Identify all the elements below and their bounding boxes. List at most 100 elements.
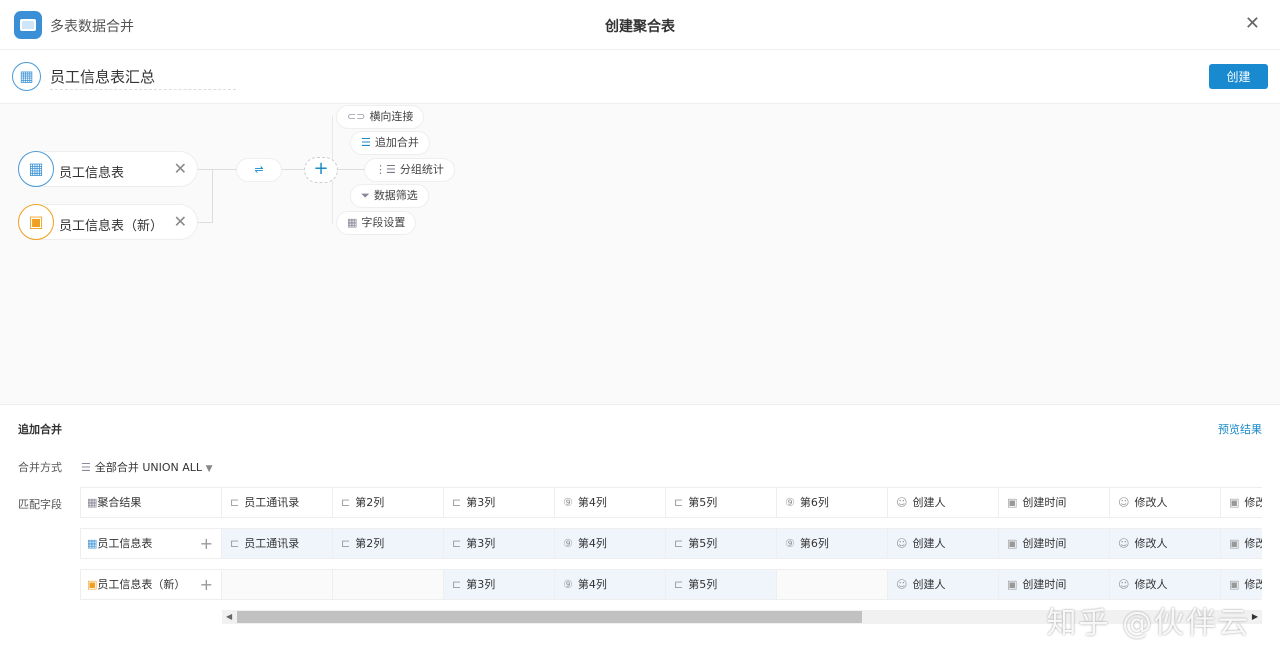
source-label: 员工信息表 (59, 166, 125, 181)
field-cell[interactable]: ▣ 创建时间 (999, 569, 1110, 600)
field-cell[interactable] (222, 569, 333, 600)
create-button[interactable]: 创建 (1209, 64, 1268, 89)
field-cell[interactable]: ⑨ 第6列 (777, 528, 888, 559)
scrollbar-thumb[interactable] (237, 611, 862, 623)
field-name: 第3列 (466, 537, 496, 550)
remove-icon[interactable]: ✕ (174, 212, 187, 231)
field-name: 创建时间 (1022, 537, 1067, 550)
field-name: 第3列 (466, 578, 496, 591)
field-cell[interactable]: ⑨ 第6列 (777, 487, 888, 518)
match-fields-label: 匹配字段 (18, 498, 62, 511)
field-cell[interactable]: ⊏ 第2列 (333, 528, 444, 559)
field-cell[interactable]: ▣ 修改时间 (1221, 528, 1262, 559)
field-cell[interactable]: ▣ 修改时间 (1221, 569, 1262, 600)
merge-node[interactable]: ⇌ (236, 158, 282, 182)
action-join[interactable]: ⊂⊃ 横向连接 (336, 105, 425, 129)
field-name: 第2列 (355, 537, 385, 550)
action-fields[interactable]: ▦ 字段设置 (336, 211, 417, 235)
union-icon: ☰ (81, 461, 91, 474)
add-node-button[interactable]: + (304, 157, 338, 183)
add-field-icon[interactable]: + (200, 529, 213, 558)
scroll-right-icon[interactable]: ▶ (1252, 610, 1258, 624)
field-type-icon: ☺ (1118, 496, 1130, 509)
field-cell[interactable]: ⊏ 第5列 (666, 487, 777, 518)
field-type-icon: ▣ (1229, 537, 1240, 550)
action-label: 追加合并 (374, 136, 419, 149)
filter-icon: ⏷ (361, 189, 370, 202)
field-cell[interactable]: ⊏ 员工通讯录 (222, 528, 333, 559)
field-type-icon: ⊏ (674, 496, 684, 509)
field-type-icon: ⊏ (452, 537, 462, 550)
field-type-icon: ⑨ (785, 537, 795, 550)
action-label: 横向连接 (369, 110, 414, 123)
field-cell[interactable]: ⊏ 第5列 (666, 569, 777, 600)
row-source-label: 员工信息表 (97, 537, 153, 550)
row-source-label: 聚合结果 (97, 496, 142, 509)
source-table-1[interactable]: ▦ 员工信息表 ✕ (18, 151, 198, 187)
field-cell[interactable]: ⑨ 第4列 (555, 528, 666, 559)
field-cell[interactable]: ☺ 创建人 (888, 569, 999, 600)
field-cell[interactable]: ⊏ 第3列 (444, 528, 555, 559)
field-grid: ▦聚合结果 ⊏ 员工通讯录 ⊏ 第2列 ⊏ 第3列 ⑨ 第4列 ⊏ 第5列 ⑨ 第6列 ☺ 创建人 ▣ 创建时间… (80, 487, 1262, 603)
append-icon: ☰ (361, 136, 371, 149)
field-name: 创建人 (912, 496, 946, 509)
field-type-icon: ▣ (1007, 578, 1018, 591)
field-type-icon: ⑨ (563, 537, 573, 550)
field-type-icon: ⊏ (341, 496, 351, 509)
add-field-icon[interactable]: + (200, 570, 213, 599)
action-filter[interactable]: ⏷ 数据筛选 (350, 184, 429, 208)
close-icon[interactable]: ✕ (1245, 13, 1260, 34)
table-name-input[interactable] (50, 64, 236, 90)
field-type-icon: ▣ (1229, 578, 1240, 591)
field-name: 员工通讯录 (244, 537, 300, 550)
field-name: 第5列 (688, 496, 718, 509)
field-cell[interactable]: ☺ 修改人 (1110, 487, 1221, 518)
field-cell[interactable]: ☺ 修改人 (1110, 528, 1221, 559)
field-name: 第5列 (688, 578, 718, 591)
field-type-icon: ▣ (1007, 496, 1018, 509)
field-cell[interactable]: ☺ 修改人 (1110, 569, 1221, 600)
field-name: 创建人 (912, 537, 946, 550)
field-cell[interactable]: ⊏ 第5列 (666, 528, 777, 559)
field-cell[interactable] (333, 569, 444, 600)
field-cell[interactable]: ⑨ 第4列 (555, 569, 666, 600)
field-cell[interactable]: ☺ 创建人 (888, 528, 999, 559)
field-cell[interactable]: ▣ 创建时间 (999, 487, 1110, 518)
field-cell[interactable]: ⊏ 第3列 (444, 569, 555, 600)
card-icon: ▣ (87, 578, 98, 591)
field-type-icon: ⊏ (452, 496, 462, 509)
field-type-icon: ☺ (1118, 578, 1130, 591)
source-table-2[interactable]: ▣ 员工信息表（新） ✕ (18, 204, 198, 240)
field-name: 第4列 (577, 496, 607, 509)
field-cell[interactable]: ☺ 创建人 (888, 487, 999, 518)
field-name: 第4列 (577, 537, 607, 550)
field-cell[interactable]: ▣ 创建时间 (999, 528, 1110, 559)
merge-mode-select[interactable]: ☰ 全部合并 UNION ALL ▼ (81, 459, 212, 475)
row-source: ▦聚合结果 (80, 487, 222, 518)
scroll-left-icon[interactable]: ◀ (226, 610, 232, 624)
field-name: 修改人 (1134, 578, 1168, 591)
preview-link[interactable]: 预览结果 (1218, 421, 1262, 437)
field-type-icon: ⊏ (674, 537, 684, 550)
field-cell[interactable]: ⊏ 第3列 (444, 487, 555, 518)
table-icon: ▦ (18, 151, 54, 187)
field-cell[interactable]: ⑨ 第4列 (555, 487, 666, 518)
watermark: 知乎 @伙伴云 (1046, 606, 1250, 641)
card-icon: ▣ (18, 204, 54, 240)
field-name: 修改时间 (1244, 578, 1262, 591)
field-name: 修改人 (1134, 537, 1168, 550)
merge-mode-label: 合并方式 (18, 461, 62, 474)
remove-icon[interactable]: ✕ (174, 159, 187, 178)
field-cell[interactable]: ▣ 修改时间 (1221, 487, 1262, 518)
action-append[interactable]: ☰ 追加合并 (350, 131, 430, 155)
action-label: 数据筛选 (373, 189, 418, 202)
join-icon: ⊂⊃ (347, 110, 366, 123)
field-name: 第6列 (799, 496, 829, 509)
field-name: 修改时间 (1244, 496, 1262, 509)
field-type-icon: ⊏ (230, 496, 240, 509)
field-cell[interactable] (777, 569, 888, 600)
row-source: ▣员工信息表（新） + (80, 569, 222, 600)
field-cell[interactable]: ⊏ 第2列 (333, 487, 444, 518)
action-group[interactable]: ⋮☰ 分组统计 (364, 158, 455, 182)
field-cell[interactable]: ⊏ 员工通讯录 (222, 487, 333, 518)
